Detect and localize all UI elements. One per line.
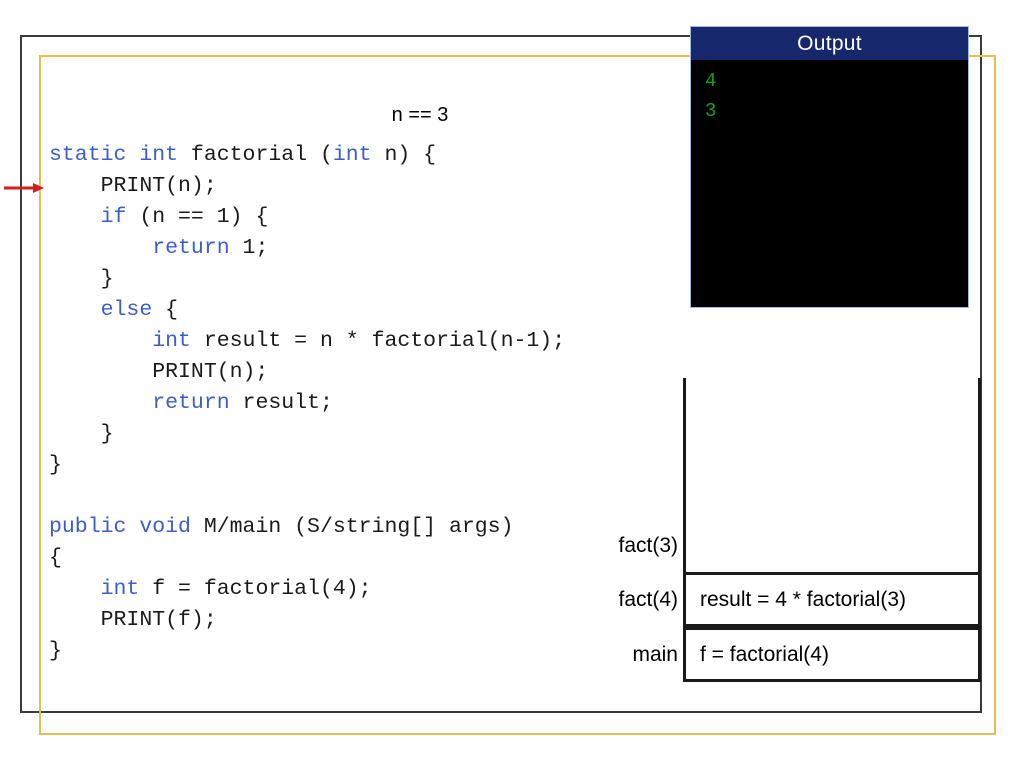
code-text: } bbox=[49, 639, 62, 663]
code-keyword: int bbox=[152, 329, 191, 353]
code-text: } bbox=[49, 453, 62, 477]
code-text: PRINT(n); bbox=[49, 360, 269, 384]
code-text: M/main (S/string[] args) bbox=[190, 515, 514, 539]
call-stack-diagram: result = 4 * factorial(3) f = factorial(… bbox=[683, 378, 981, 682]
output-console-body: 43 bbox=[691, 60, 968, 307]
code-keyword: if bbox=[100, 205, 127, 229]
code-text: PRINT(n); bbox=[49, 174, 217, 198]
code-text: result = n * factorial(n-1); bbox=[190, 329, 566, 353]
code-line: } bbox=[49, 636, 649, 667]
code-keyword: static int bbox=[49, 143, 179, 167]
slide-canvas: n == 3 static int factorial (int n) { PR… bbox=[0, 0, 1024, 768]
code-line: } bbox=[49, 450, 649, 481]
code-line: return result; bbox=[49, 388, 649, 419]
code-keyword: int bbox=[100, 577, 140, 601]
code-text: { bbox=[49, 546, 62, 570]
stack-label-main: main bbox=[632, 643, 678, 666]
code-text: } bbox=[49, 267, 114, 291]
code-line: PRINT(n); bbox=[49, 171, 649, 202]
code-line: else { bbox=[49, 295, 649, 326]
stack-frame-fact3 bbox=[683, 378, 981, 572]
output-console-title: Output bbox=[691, 27, 968, 60]
stack-frame-main: f = factorial(4) bbox=[683, 627, 981, 682]
code-line: } bbox=[49, 264, 649, 295]
code-text: 1; bbox=[229, 236, 269, 260]
code-line: } bbox=[49, 419, 649, 450]
code-line: public void M/main (S/string[] args) bbox=[49, 512, 649, 543]
code-text: (n == 1) { bbox=[126, 205, 269, 229]
code-keyword: int bbox=[332, 143, 372, 167]
stack-frame-fact4: result = 4 * factorial(3) bbox=[683, 572, 981, 627]
code-line: int result = n * factorial(n-1); bbox=[49, 326, 649, 357]
code-text: factorial ( bbox=[178, 143, 333, 167]
code-keyword: return bbox=[152, 391, 230, 415]
code-text: } bbox=[49, 422, 114, 446]
code-keyword: return bbox=[152, 236, 230, 260]
code-text: { bbox=[152, 298, 179, 322]
code-text: n) { bbox=[371, 143, 437, 167]
code-line: return 1; bbox=[49, 233, 649, 264]
code-keyword: else bbox=[100, 298, 153, 322]
code-line: static int factorial (int n) { bbox=[49, 140, 649, 171]
code-line: PRINT(n); bbox=[49, 357, 649, 388]
code-keyword: public void bbox=[49, 515, 191, 539]
code-text: result; bbox=[229, 391, 333, 415]
source-code-block: static int factorial (int n) { PRINT(n);… bbox=[49, 140, 649, 667]
code-text: f = factorial(4); bbox=[139, 577, 372, 601]
code-line: int f = factorial(4); bbox=[49, 574, 649, 605]
execution-pointer-arrow bbox=[4, 183, 44, 193]
code-text: PRINT(f); bbox=[49, 608, 217, 632]
output-line: 3 bbox=[705, 100, 717, 122]
output-console-panel: Output 43 bbox=[690, 26, 969, 308]
code-line: if (n == 1) { bbox=[49, 202, 649, 233]
stack-label-fact3: fact(3) bbox=[618, 534, 678, 557]
annotation-n-equals-3: n == 3 bbox=[391, 104, 449, 126]
code-line: PRINT(f); bbox=[49, 605, 649, 636]
output-line: 4 bbox=[705, 70, 717, 92]
stack-label-fact4: fact(4) bbox=[618, 588, 678, 611]
code-line: { bbox=[49, 543, 649, 574]
